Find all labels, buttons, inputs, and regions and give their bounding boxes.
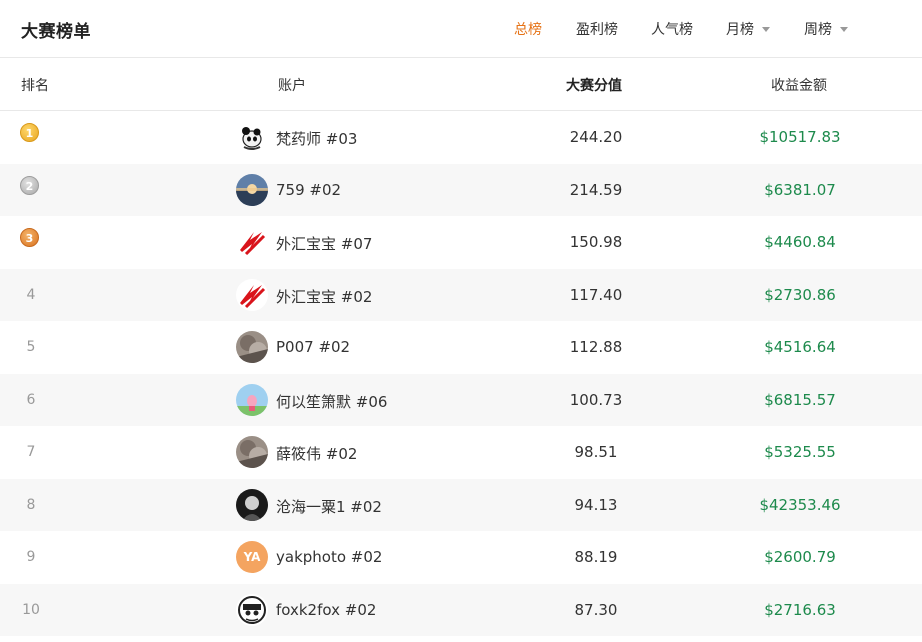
avatar[interactable] — [236, 488, 268, 521]
profit-amount: $4516.64 — [764, 338, 836, 356]
account-name[interactable]: 梵药师 #03 — [276, 128, 357, 149]
account-name[interactable]: 外汇宝宝 #02 — [276, 286, 372, 307]
avatar[interactable] — [236, 226, 268, 258]
rank-number: 8 — [26, 496, 36, 513]
column-header-rank: 排名 — [21, 78, 49, 94]
avatar[interactable] — [236, 173, 268, 206]
column-header-account: 账户 — [278, 78, 306, 94]
profit-amount: $4460.84 — [764, 233, 836, 251]
table-row[interactable]: 4 外汇宝宝 #02 117.40 $2730.86 — [0, 268, 922, 321]
table-row[interactable]: 6 何以笙箫默 #06 100.73 $6815.57 — [0, 373, 922, 426]
profit-amount: $6815.57 — [764, 390, 836, 409]
table-header: 排名 账户 大赛分值 收益金额 — [0, 58, 922, 111]
avatar[interactable] — [236, 278, 268, 311]
account-name[interactable]: 薛筱伟 #02 — [276, 443, 357, 464]
account-name[interactable]: 何以笙箫默 #06 — [276, 391, 387, 412]
table-row[interactable]: 10 foxk2fox #02 87.30 $2716.63 — [0, 583, 922, 636]
avatar[interactable] — [236, 383, 268, 416]
column-header-score[interactable]: 大赛分值 — [566, 75, 622, 95]
tab-label: 月榜 — [726, 22, 754, 38]
table-row[interactable]: 3 外汇宝宝 #07 150.98 $4460.84 — [0, 216, 922, 269]
table-row[interactable]: 8 沧海一粟1 #02 94.13 $42353.46 — [0, 478, 922, 531]
tab-monthly[interactable]: 月榜 — [726, 19, 770, 39]
contest-score: 88.19 — [574, 548, 618, 566]
column-header-profit: 收益金额 — [771, 78, 827, 94]
profit-amount: $2600.79 — [764, 548, 836, 566]
contest-score: 150.98 — [569, 233, 623, 251]
tab-popularity[interactable]: 人气榜 — [651, 19, 693, 39]
avatar[interactable] — [236, 121, 268, 153]
table-row[interactable]: 9 YA yakphoto #02 88.19 $2600.79 — [0, 531, 922, 584]
tab-weekly[interactable]: 周榜 — [804, 19, 848, 39]
rank-number: 7 — [26, 444, 36, 460]
contest-score: 94.13 — [574, 495, 618, 514]
rank-number: 10 — [22, 601, 40, 618]
rank-number: 5 — [26, 339, 36, 355]
gold-medal-icon: 1 — [20, 123, 39, 142]
profit-amount: $2716.63 — [764, 600, 836, 619]
profit-amount: $42353.46 — [759, 495, 841, 514]
account-name[interactable]: foxk2fox #02 — [276, 601, 376, 619]
contest-score: 117.40 — [569, 285, 623, 304]
avatar[interactable] — [236, 436, 268, 468]
bronze-medal-icon: 3 — [20, 228, 39, 247]
tab-label: 周榜 — [804, 22, 832, 38]
avatar-initials: YA — [236, 541, 268, 573]
account-name[interactable]: 外汇宝宝 #07 — [276, 233, 372, 254]
account-name[interactable]: 沧海一粟1 #02 — [276, 496, 382, 517]
table-row[interactable]: 7 薛筱伟 #02 98.51 $5325.55 — [0, 426, 922, 479]
tab-overall[interactable]: 总榜 — [514, 19, 542, 39]
tab-profit[interactable]: 盈利榜 — [576, 19, 618, 39]
avatar[interactable]: YA — [236, 541, 268, 573]
caret-down-icon — [840, 27, 848, 32]
contest-score: 98.51 — [574, 443, 618, 461]
contest-score: 244.20 — [569, 128, 623, 146]
caret-down-icon — [762, 27, 770, 32]
tab-label: 总榜 — [514, 22, 542, 38]
profit-amount: $2730.86 — [764, 285, 836, 304]
account-name[interactable]: P007 #02 — [276, 338, 350, 356]
contest-score: 112.88 — [569, 338, 623, 356]
table-row[interactable]: 2 759 #02 214.59 $6381.07 — [0, 163, 922, 216]
profit-amount: $6381.07 — [764, 180, 836, 199]
contest-score: 214.59 — [569, 180, 623, 199]
leaderboard-tabs: 总榜 盈利榜 人气榜 月榜 周榜 — [0, 0, 922, 57]
avatar[interactable] — [236, 593, 268, 626]
contest-score: 87.30 — [574, 600, 618, 619]
table-row[interactable]: 1 梵药师 #03 244.20 $10517.83 — [0, 111, 922, 164]
rank-number: 4 — [26, 286, 36, 303]
silver-medal-icon: 2 — [20, 175, 39, 195]
avatar[interactable] — [236, 331, 268, 363]
leaderboard-page: 大赛榜单 总榜 盈利榜 人气榜 月榜 周榜 排名 账户 大赛分值 收益金额 1 梵… — [0, 0, 922, 642]
rank-number: 9 — [26, 549, 36, 565]
account-name[interactable]: yakphoto #02 — [276, 548, 382, 566]
tab-label: 人气榜 — [651, 22, 693, 38]
rank-number: 6 — [26, 391, 36, 408]
contest-score: 100.73 — [569, 390, 623, 409]
header-bar: 大赛榜单 总榜 盈利榜 人气榜 月榜 周榜 — [0, 0, 922, 58]
profit-amount: $10517.83 — [759, 128, 841, 146]
account-name[interactable]: 759 #02 — [276, 181, 341, 199]
tab-label: 盈利榜 — [576, 22, 618, 38]
leaderboard-rows: 1 梵药师 #03 244.20 $10517.83 2 759 #02 214.59 $63… — [0, 111, 922, 636]
profit-amount: $5325.55 — [764, 443, 836, 461]
table-row[interactable]: 5 P007 #02 112.88 $4516.64 — [0, 321, 922, 374]
